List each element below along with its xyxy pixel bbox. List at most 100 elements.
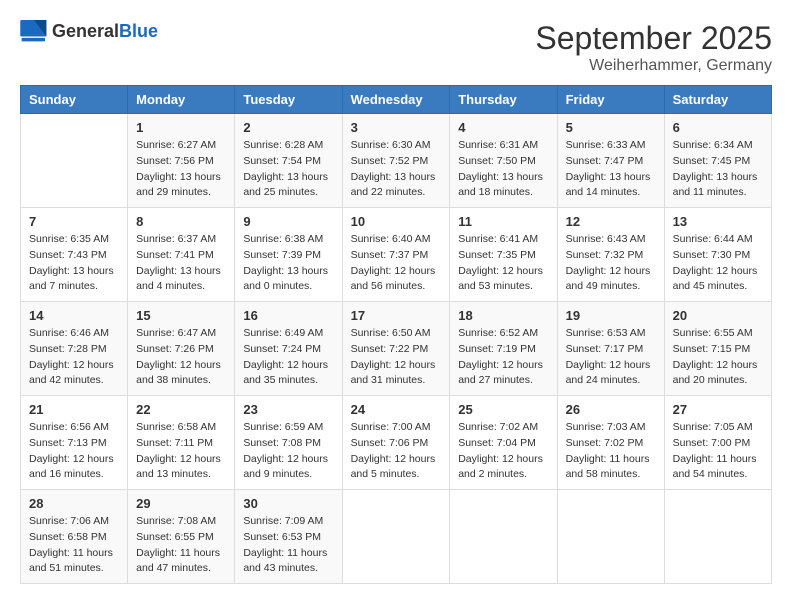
calendar-cell: 22Sunrise: 6:58 AMSunset: 7:11 PMDayligh… [128,396,235,490]
calendar-cell: 7 Sunrise: 6:35 AMSunset: 7:43 PMDaylight… [21,208,128,302]
calendar-cell: 25 Sunrise: 7:02 AMSunset: 7:04 PMDayligh… [450,396,557,490]
calendar-cell: 29 Sunrise: 7:08 AMSunset: 6:55 PMDayligh… [128,490,235,584]
day-info: Sunrise: 7:05 AMSunset: 7:00 PMDaylight:… [673,420,763,483]
day-number: 4 [458,120,548,135]
calendar-cell: 6 Sunrise: 6:34 AMSunset: 7:45 PMDaylight… [664,114,771,208]
week-row-1: 7 Sunrise: 6:35 AMSunset: 7:43 PMDaylight… [21,208,772,302]
day-number: 30 [243,496,333,511]
calendar-cell: 11Sunrise: 6:41 AMSunset: 7:35 PMDayligh… [450,208,557,302]
day-number: 13 [673,214,763,229]
day-number: 11 [458,214,548,229]
month-title: September 2025 [535,20,772,57]
day-number: 27 [673,402,763,417]
week-row-2: 14Sunrise: 6:46 AMSunset: 7:28 PMDayligh… [21,302,772,396]
logo-icon [20,20,48,42]
day-number: 25 [458,402,548,417]
day-number: 19 [566,308,656,323]
day-info: Sunrise: 6:43 AMSunset: 7:32 PMDaylight:… [566,232,656,295]
day-info: Sunrise: 6:35 AMSunset: 7:43 PMDaylight:… [29,232,119,295]
day-info: Sunrise: 7:09 AMSunset: 6:53 PMDaylight:… [243,514,333,577]
header-day-tuesday: Tuesday [235,86,342,114]
week-row-3: 21 Sunrise: 6:56 AMSunset: 7:13 PMDayligh… [21,396,772,490]
calendar-cell: 28Sunrise: 7:06 AMSunset: 6:58 PMDayligh… [21,490,128,584]
day-number: 26 [566,402,656,417]
title-block: September 2025 Weiherhammer, Germany [535,20,772,75]
day-info: Sunrise: 6:53 AMSunset: 7:17 PMDaylight:… [566,326,656,389]
calendar-cell: 30 Sunrise: 7:09 AMSunset: 6:53 PMDayligh… [235,490,342,584]
day-info: Sunrise: 6:44 AMSunset: 7:30 PMDaylight:… [673,232,763,295]
day-number: 14 [29,308,119,323]
day-info: Sunrise: 6:49 AMSunset: 7:24 PMDaylight:… [243,326,333,389]
header-day-monday: Monday [128,86,235,114]
calendar-cell: 16 Sunrise: 6:49 AMSunset: 7:24 PMDayligh… [235,302,342,396]
day-number: 18 [458,308,548,323]
day-info: Sunrise: 6:27 AMSunset: 7:56 PMDaylight:… [136,138,226,201]
day-number: 12 [566,214,656,229]
day-number: 9 [243,214,333,229]
logo: GeneralBlue [20,20,158,42]
day-info: Sunrise: 6:33 AMSunset: 7:47 PMDaylight:… [566,138,656,201]
day-info: Sunrise: 7:03 AMSunset: 7:02 PMDaylight:… [566,420,656,483]
day-number: 23 [243,402,333,417]
calendar-cell: 1 Sunrise: 6:27 AMSunset: 7:56 PMDaylight… [128,114,235,208]
calendar-cell [342,490,450,584]
day-info: Sunrise: 6:47 AMSunset: 7:26 PMDaylight:… [136,326,226,389]
calendar-cell: 9 Sunrise: 6:38 AMSunset: 7:39 PMDaylight… [235,208,342,302]
calendar-cell: 18 Sunrise: 6:52 AMSunset: 7:19 PMDayligh… [450,302,557,396]
day-number: 15 [136,308,226,323]
day-info: Sunrise: 6:28 AMSunset: 7:54 PMDaylight:… [243,138,333,201]
calendar-cell: 14Sunrise: 6:46 AMSunset: 7:28 PMDayligh… [21,302,128,396]
day-number: 8 [136,214,226,229]
day-info: Sunrise: 6:37 AMSunset: 7:41 PMDaylight:… [136,232,226,295]
calendar-table: SundayMondayTuesdayWednesdayThursdayFrid… [20,85,772,584]
header-day-thursday: Thursday [450,86,557,114]
calendar-cell: 20 Sunrise: 6:55 AMSunset: 7:15 PMDayligh… [664,302,771,396]
day-number: 2 [243,120,333,135]
calendar-cell: 3Sunrise: 6:30 AMSunset: 7:52 PMDaylight… [342,114,450,208]
calendar-cell: 15 Sunrise: 6:47 AMSunset: 7:26 PMDayligh… [128,302,235,396]
day-number: 16 [243,308,333,323]
day-number: 24 [351,402,442,417]
day-number: 20 [673,308,763,323]
day-info: Sunrise: 6:31 AMSunset: 7:50 PMDaylight:… [458,138,548,201]
calendar-cell: 23Sunrise: 6:59 AMSunset: 7:08 PMDayligh… [235,396,342,490]
calendar-cell: 24Sunrise: 7:00 AMSunset: 7:06 PMDayligh… [342,396,450,490]
page-header: GeneralBlue September 2025 Weiherhammer,… [20,20,772,75]
day-number: 3 [351,120,442,135]
calendar-cell: 5 Sunrise: 6:33 AMSunset: 7:47 PMDaylight… [557,114,664,208]
calendar-cell: 4 Sunrise: 6:31 AMSunset: 7:50 PMDaylight… [450,114,557,208]
header-day-wednesday: Wednesday [342,86,450,114]
day-info: Sunrise: 6:52 AMSunset: 7:19 PMDaylight:… [458,326,548,389]
day-number: 5 [566,120,656,135]
day-info: Sunrise: 6:34 AMSunset: 7:45 PMDaylight:… [673,138,763,201]
calendar-cell: 17 Sunrise: 6:50 AMSunset: 7:22 PMDayligh… [342,302,450,396]
day-number: 1 [136,120,226,135]
header-day-friday: Friday [557,86,664,114]
week-row-4: 28Sunrise: 7:06 AMSunset: 6:58 PMDayligh… [21,490,772,584]
day-info: Sunrise: 6:50 AMSunset: 7:22 PMDaylight:… [351,326,442,389]
calendar-cell: 10Sunrise: 6:40 AMSunset: 7:37 PMDayligh… [342,208,450,302]
day-info: Sunrise: 6:56 AMSunset: 7:13 PMDaylight:… [29,420,119,483]
calendar-cell: 13 Sunrise: 6:44 AMSunset: 7:30 PMDayligh… [664,208,771,302]
calendar-cell: 12 Sunrise: 6:43 AMSunset: 7:32 PMDayligh… [557,208,664,302]
calendar-cell: 26 Sunrise: 7:03 AMSunset: 7:02 PMDayligh… [557,396,664,490]
calendar-header: SundayMondayTuesdayWednesdayThursdayFrid… [21,86,772,114]
day-number: 28 [29,496,119,511]
day-info: Sunrise: 7:02 AMSunset: 7:04 PMDaylight:… [458,420,548,483]
day-number: 22 [136,402,226,417]
day-info: Sunrise: 7:08 AMSunset: 6:55 PMDaylight:… [136,514,226,577]
logo-text: GeneralBlue [52,21,158,42]
calendar-cell: 19 Sunrise: 6:53 AMSunset: 7:17 PMDayligh… [557,302,664,396]
day-number: 7 [29,214,119,229]
day-number: 29 [136,496,226,511]
day-number: 6 [673,120,763,135]
calendar-cell: 21 Sunrise: 6:56 AMSunset: 7:13 PMDayligh… [21,396,128,490]
header-day-saturday: Saturday [664,86,771,114]
calendar-cell [450,490,557,584]
day-number: 21 [29,402,119,417]
day-info: Sunrise: 6:55 AMSunset: 7:15 PMDaylight:… [673,326,763,389]
location-subtitle: Weiherhammer, Germany [535,57,772,75]
day-number: 17 [351,308,442,323]
calendar-cell [664,490,771,584]
day-info: Sunrise: 6:38 AMSunset: 7:39 PMDaylight:… [243,232,333,295]
